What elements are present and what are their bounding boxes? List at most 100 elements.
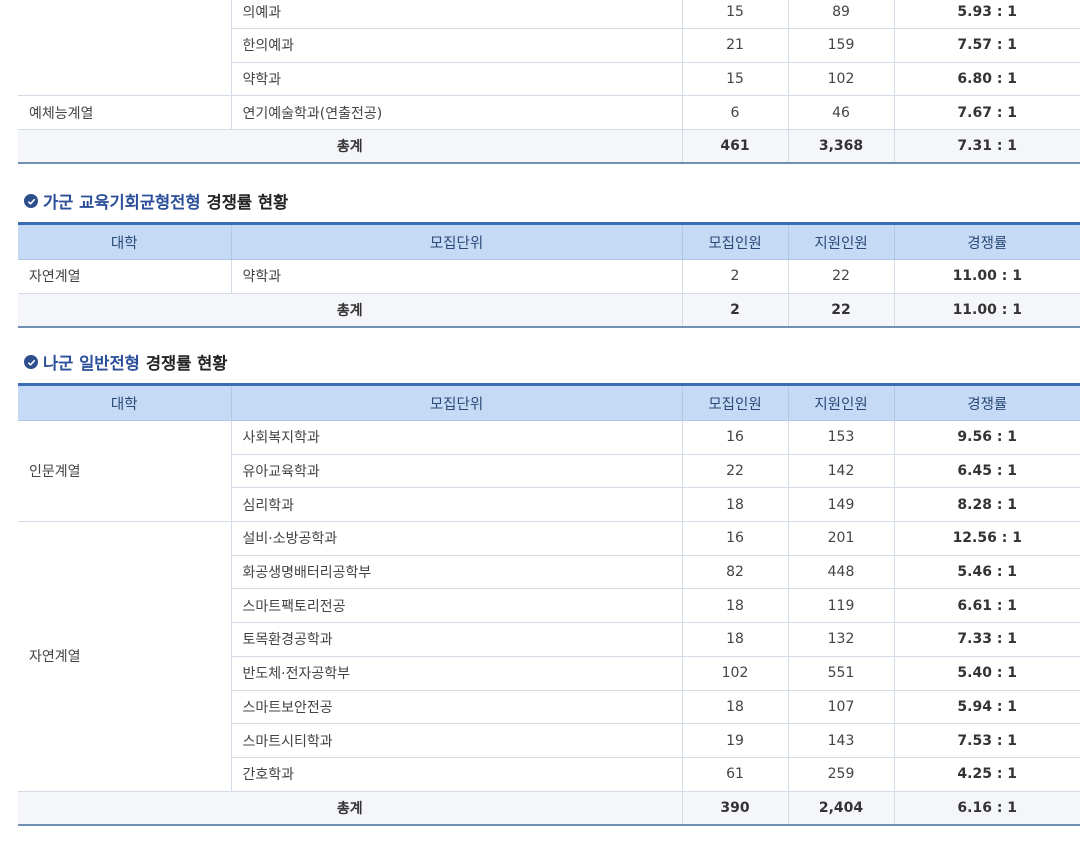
header-univ: 대학 (18, 223, 232, 260)
rate-cell: 5.46 : 1 (893, 554, 1080, 590)
check-circle-icon (24, 194, 38, 208)
unit-cell: 설비·소방공학과 (230, 521, 683, 556)
header-apply: 지원인원 (787, 384, 895, 421)
total-apply: 3,368 (787, 129, 895, 165)
unit-cell: 반도체·전자공학부 (231, 655, 683, 691)
unit-cell: 심리학과 (231, 487, 683, 523)
univ-cell: 자연계열 (18, 521, 232, 792)
rate-cell: 4.25 : 1 (893, 756, 1080, 792)
recruit-cell: 16 (681, 420, 789, 455)
univ-cell: 인문계열 (18, 419, 232, 523)
table-row: 예체능계열 연기예술학과(연출전공) 6 46 7.67 : 1 (18, 95, 1080, 131)
recruit-cell: 18 (681, 689, 789, 725)
apply-cell: 448 (787, 554, 895, 590)
apply-cell: 153 (787, 420, 895, 455)
apply-cell: 149 (787, 487, 895, 523)
recruit-cell: 15 (681, 61, 789, 97)
recruit-cell: 6 (681, 95, 789, 131)
recruit-cell: 2 (681, 259, 789, 294)
recruit-cell: 18 (681, 622, 789, 657)
total-rate: 6.16 : 1 (893, 790, 1080, 826)
recruit-cell: 18 (681, 487, 789, 523)
total-label: 총계 (18, 790, 683, 826)
univ-cell: 자연계열 (18, 259, 232, 294)
rate-cell: 7.57 : 1 (893, 28, 1080, 63)
total-apply: 2,404 (787, 790, 895, 826)
total-label: 총계 (18, 292, 683, 328)
header-univ: 대학 (18, 384, 232, 421)
recruit-cell: 102 (681, 655, 789, 691)
section-title-text: 경쟁률 현황 (145, 354, 228, 373)
rate-cell: 7.67 : 1 (893, 95, 1080, 131)
total-row: 총계 2 22 11.00 : 1 (18, 292, 1080, 328)
total-label: 총계 (18, 129, 683, 165)
table-ga-general-continued: 의예과 15 89 5.93 : 1 한의예과 21 159 7.57 : 1 … (18, 0, 1080, 165)
table-header-row: 대학 모집단위 모집인원 지원인원 경쟁률 (18, 384, 1080, 421)
rate-cell: 11.00 : 1 (893, 259, 1080, 294)
recruit-cell: 18 (681, 588, 789, 624)
table-ga-balance: 대학 모집단위 모집인원 지원인원 경쟁률 자연계열 약학과 2 22 11.0… (18, 222, 1080, 328)
rate-cell: 9.56 : 1 (893, 420, 1080, 455)
section-title-highlight: 가군 교육기회균형전형 (43, 193, 201, 212)
recruit-cell: 19 (681, 723, 789, 758)
recruit-cell: 15 (681, 0, 789, 29)
total-rate: 11.00 : 1 (893, 292, 1080, 328)
header-unit: 모집단위 (230, 384, 683, 421)
total-recruit: 390 (681, 790, 789, 826)
header-rate: 경쟁률 (893, 384, 1080, 421)
total-rate: 7.31 : 1 (893, 129, 1080, 165)
rate-cell: 8.28 : 1 (893, 487, 1080, 523)
recruit-cell: 21 (681, 28, 789, 63)
unit-cell: 약학과 (231, 61, 683, 97)
unit-cell: 스마트시티학과 (231, 723, 683, 758)
total-recruit: 2 (681, 292, 789, 328)
recruit-cell: 16 (681, 521, 789, 556)
table-na-general: 대학 모집단위 모집인원 지원인원 경쟁률 인문계열 사회복지학과 16 153… (18, 383, 1080, 826)
header-unit: 모집단위 (230, 223, 683, 260)
apply-cell: 259 (787, 756, 895, 792)
section-title-highlight: 나군 일반전형 (43, 354, 140, 373)
apply-cell: 107 (787, 689, 895, 725)
header-recruit: 모집인원 (681, 384, 789, 421)
apply-cell: 201 (787, 521, 895, 556)
univ-cell (18, 0, 232, 97)
apply-cell: 142 (787, 453, 895, 489)
rate-cell: 5.93 : 1 (893, 0, 1080, 29)
header-recruit: 모집인원 (681, 223, 789, 260)
header-apply: 지원인원 (787, 223, 895, 260)
header-rate: 경쟁률 (893, 223, 1080, 260)
unit-cell: 약학과 (230, 259, 683, 294)
unit-cell: 사회복지학과 (230, 420, 683, 455)
rate-cell: 5.94 : 1 (893, 689, 1080, 725)
rate-cell: 6.80 : 1 (893, 61, 1080, 97)
unit-cell: 화공생명배터리공학부 (231, 554, 683, 590)
table-header-row: 대학 모집단위 모집인원 지원인원 경쟁률 (18, 223, 1080, 260)
apply-cell: 89 (787, 0, 895, 29)
unit-cell: 연기예술학과(연출전공) (230, 95, 683, 131)
table-row: 인문계열 사회복지학과 16 153 9.56 : 1 (18, 419, 1080, 523)
rate-cell: 12.56 : 1 (893, 521, 1080, 556)
apply-cell: 143 (787, 723, 895, 758)
apply-cell: 119 (787, 588, 895, 624)
recruit-cell: 82 (681, 554, 789, 590)
recruit-cell: 61 (681, 756, 789, 792)
rate-cell: 6.45 : 1 (893, 453, 1080, 489)
total-row: 총계 461 3,368 7.31 : 1 (18, 129, 1080, 165)
section-title-text: 경쟁률 현황 (206, 193, 289, 212)
apply-cell: 102 (787, 61, 895, 97)
unit-cell: 유아교육학과 (231, 453, 683, 489)
total-row: 총계 390 2,404 6.16 : 1 (18, 790, 1080, 826)
apply-cell: 551 (787, 655, 895, 691)
rate-cell: 7.33 : 1 (893, 622, 1080, 657)
table-row: 자연계열 설비·소방공학과 16 201 12.56 : 1 (18, 521, 1080, 792)
unit-cell: 간호학과 (231, 756, 683, 792)
apply-cell: 132 (787, 622, 895, 657)
apply-cell: 159 (787, 28, 895, 63)
unit-cell: 의예과 (230, 0, 683, 29)
section-title-na-general: 나군 일반전형 경쟁률 현황 (24, 350, 227, 374)
unit-cell: 한의예과 (231, 28, 683, 63)
check-circle-icon (24, 355, 38, 369)
table-row: 자연계열 약학과 2 22 11.00 : 1 (18, 259, 1080, 294)
unit-cell: 스마트보안전공 (231, 689, 683, 725)
rate-cell: 7.53 : 1 (893, 723, 1080, 758)
